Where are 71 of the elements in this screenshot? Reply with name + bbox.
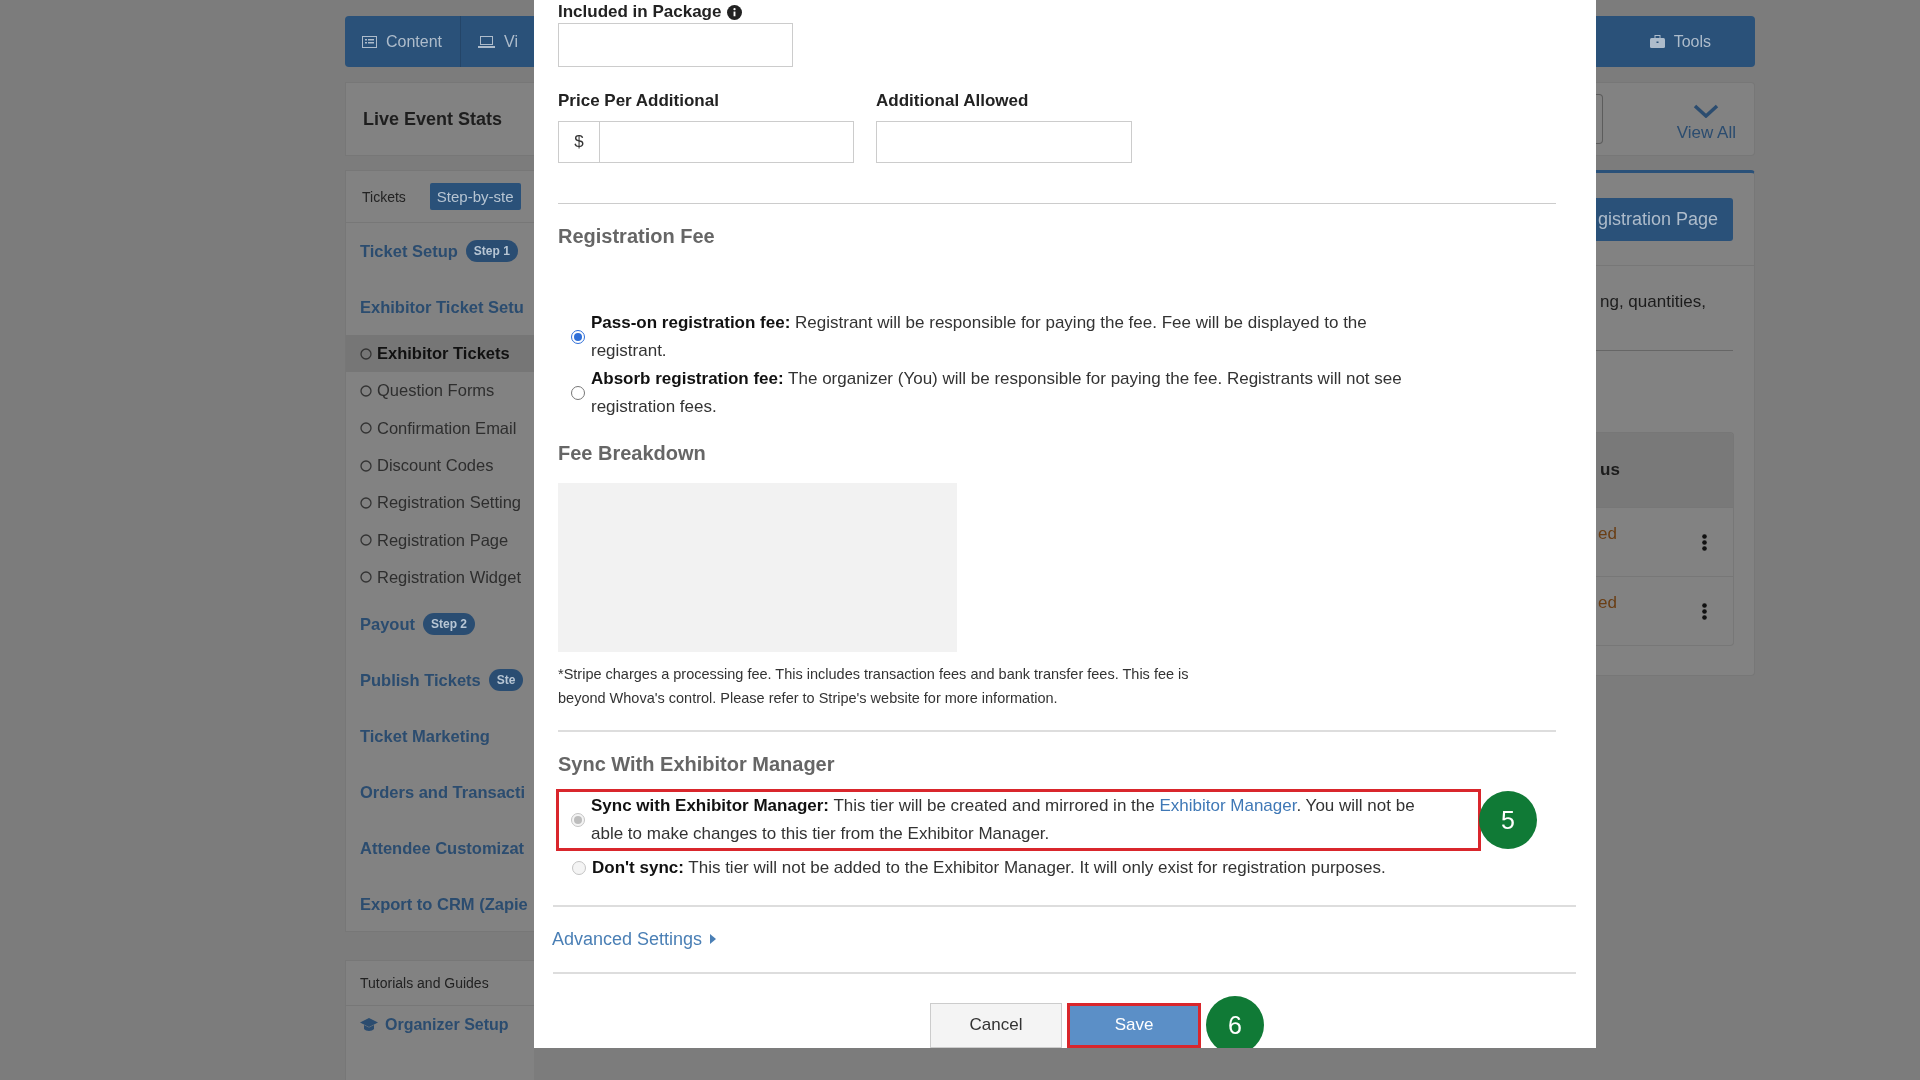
field-label: Included in Package bbox=[558, 2, 722, 22]
chevron-down-icon bbox=[1693, 103, 1720, 118]
bullet-icon bbox=[360, 347, 372, 360]
option-text: Absorb registration fee: The organizer (You) will be responsible for paying the fee. Registrants will not see registration fees. bbox=[591, 368, 1403, 418]
description-text: ng, quantities, bbox=[1599, 292, 1707, 312]
bullet-icon bbox=[360, 534, 372, 547]
option-text: Pass-on registration fee: Registrant will be responsible for paying the fee. Fee will be displayed to the registrant. bbox=[591, 312, 1368, 362]
field-label: Additional Allowed bbox=[876, 91, 1029, 111]
bullet-icon bbox=[360, 422, 372, 435]
currency-prefix: $ bbox=[559, 122, 600, 162]
radio-button[interactable] bbox=[571, 386, 585, 400]
panel-title: Tutorials and Guides bbox=[360, 975, 489, 991]
advanced-settings-link[interactable]: Advanced Settings bbox=[552, 927, 717, 951]
bullet-icon bbox=[360, 571, 372, 584]
radio-button[interactable] bbox=[571, 330, 585, 344]
cancel-button[interactable]: Cancel bbox=[930, 1002, 1062, 1048]
section-heading: Sync With Exhibitor Manager bbox=[558, 753, 836, 775]
sidebar-link[interactable]: Exhibitor Ticket Setu bbox=[360, 297, 524, 317]
panel-tab[interactable]: Tickets bbox=[362, 188, 406, 205]
sidebar-item[interactable]: Registration Setting bbox=[346, 484, 534, 522]
kebab-menu-icon[interactable] bbox=[1702, 533, 1707, 551]
bullet-icon bbox=[360, 384, 372, 397]
list-icon bbox=[362, 35, 377, 48]
status-cell: ed bbox=[1598, 524, 1617, 544]
kebab-menu-icon[interactable] bbox=[1702, 602, 1707, 620]
sidebar-item[interactable]: Question Forms bbox=[346, 372, 534, 410]
sidebar-item[interactable]: Exhibitor Tickets bbox=[346, 335, 534, 373]
step-badge: Ste bbox=[488, 669, 524, 692]
registration-page-button[interactable]: gistration Page bbox=[1596, 198, 1733, 241]
input-field[interactable] bbox=[876, 121, 1132, 163]
sidebar-item[interactable]: Registration Widget bbox=[346, 558, 534, 597]
sidebar-link[interactable]: Payout bbox=[360, 614, 415, 634]
save-button[interactable]: Save bbox=[1067, 1002, 1201, 1048]
price-field[interactable]: $ bbox=[558, 121, 854, 163]
step-callout: 6 bbox=[1206, 996, 1264, 1048]
sidebar-link[interactable]: Orders and Transacti bbox=[360, 782, 526, 802]
bullet-icon bbox=[360, 496, 372, 509]
laptop-icon bbox=[478, 35, 496, 48]
tutorial-link[interactable]: Organizer Setup bbox=[346, 1006, 534, 1034]
sidebar-link[interactable]: Ticket Setup bbox=[360, 241, 458, 261]
step-callout: 5 bbox=[1479, 791, 1537, 849]
option-text: Don't sync: This tier will not be added to the Exhibitor Manager. It will only exist for registration purposes. bbox=[592, 857, 1387, 879]
sidebar-item[interactable]: Registration Page bbox=[346, 521, 534, 559]
option-text: Sync with Exhibitor Manager: This tier will be created and mirrored in the Exhibitor Manager. You will not be able to make changes to this tier from the Exhibitor Manager. bbox=[591, 795, 1416, 845]
step-badge: Step 2 bbox=[423, 613, 476, 636]
footnote: *Stripe charges a processing fee. This includes transaction fees and bank transfer fees. This fee is beyond Whova's control. Please refer to Stripe's website for more information. bbox=[558, 665, 1190, 708]
view-all-button[interactable]: View All bbox=[1676, 95, 1736, 143]
sidebar-item[interactable]: Confirmation Email bbox=[346, 409, 534, 447]
field-label: Price Per Additional bbox=[558, 91, 719, 111]
step-badge: Step 1 bbox=[465, 240, 518, 262]
section-heading: Fee Breakdown bbox=[558, 442, 707, 464]
input-field bbox=[1596, 94, 1603, 144]
sidebar-link[interactable]: Publish Tickets bbox=[360, 670, 481, 690]
status-cell: ed bbox=[1598, 593, 1617, 613]
column-header: us bbox=[1600, 460, 1620, 480]
sidebar-link[interactable]: Ticket Marketing bbox=[360, 726, 490, 746]
caret-right-icon bbox=[710, 934, 717, 944]
sidebar-link[interactable]: Attendee Customizat bbox=[360, 838, 525, 858]
nav-tab[interactable]: Content bbox=[345, 16, 462, 67]
panel-tab[interactable]: Step-by-ste bbox=[429, 183, 521, 210]
card-title: Live Event Stats bbox=[363, 108, 503, 130]
bullet-icon bbox=[360, 459, 372, 472]
briefcase-icon bbox=[1649, 35, 1665, 48]
input-field[interactable] bbox=[558, 23, 793, 67]
sidebar-link[interactable]: Export to CRM (Zapie bbox=[360, 894, 528, 914]
tools-tab[interactable]: Tools bbox=[1649, 32, 1711, 51]
nav-tab[interactable]: Vi bbox=[461, 16, 518, 67]
graduation-cap-icon bbox=[360, 1018, 378, 1032]
info-icon bbox=[727, 4, 743, 20]
section-heading: Registration Fee bbox=[558, 225, 716, 247]
sidebar-item[interactable]: Discount Codes bbox=[346, 446, 534, 485]
